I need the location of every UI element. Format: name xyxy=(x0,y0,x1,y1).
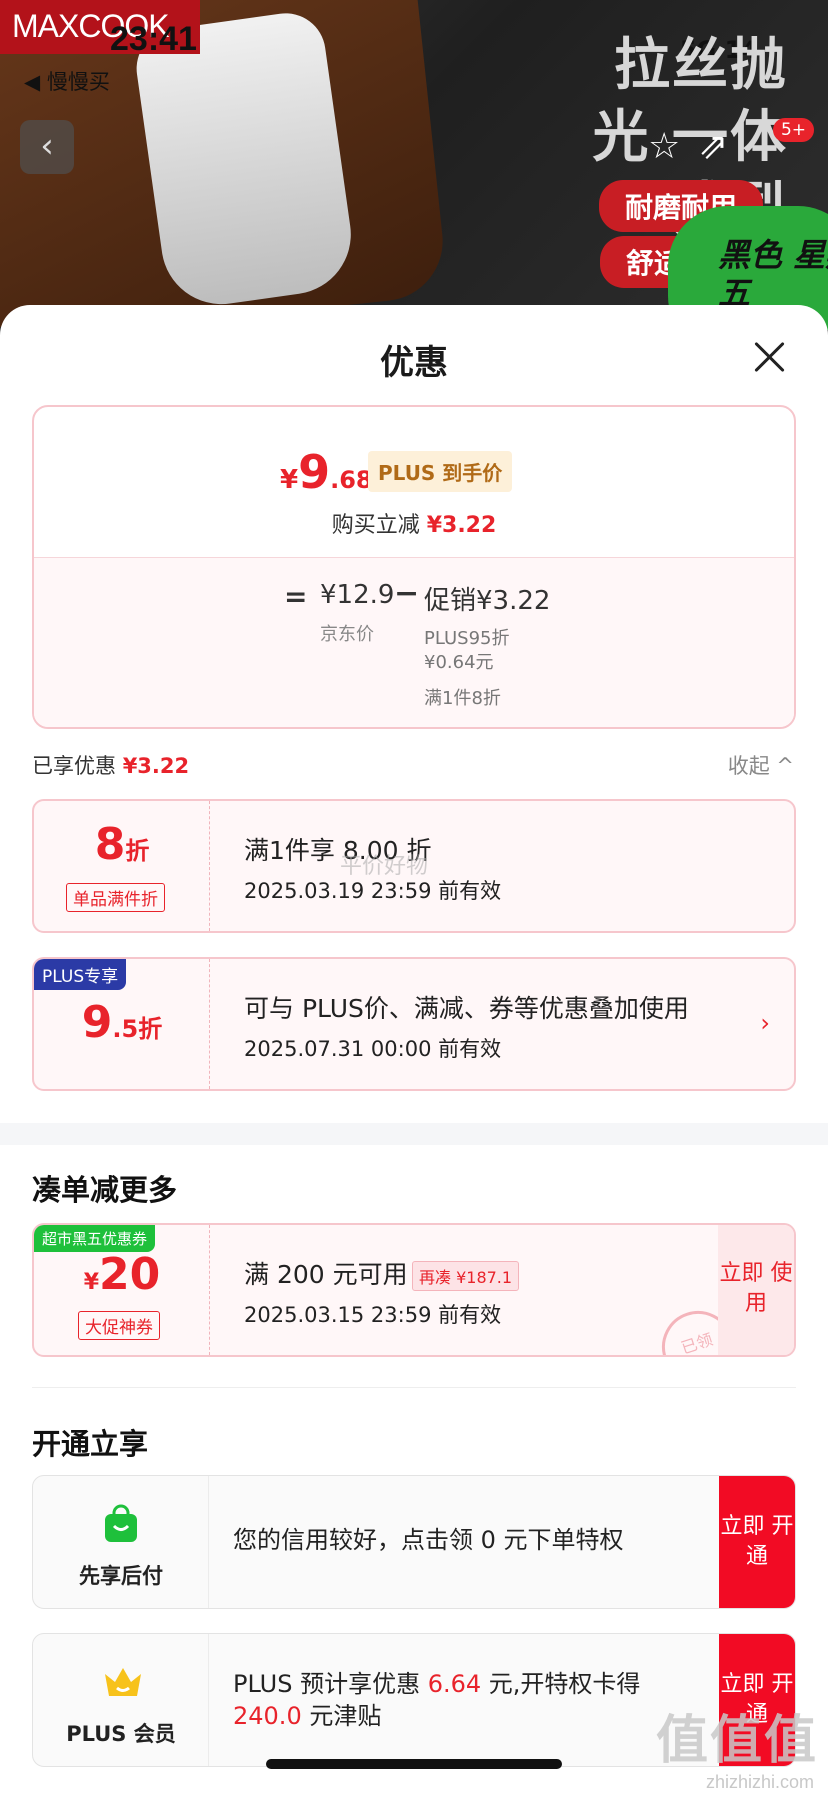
coupon-expiry: 2025.07.31 00:00 前有效 xyxy=(244,1037,502,1061)
bundle-coupon-card[interactable]: 超市黑五优惠券 ¥20 大促神券 满 200 元可用 再凑 ¥187.1 202… xyxy=(32,1223,796,1357)
discount-number: 9 xyxy=(81,997,113,1048)
site-watermark: 值值值 xyxy=(655,1711,818,1771)
discount-unit: .5折 xyxy=(112,1015,163,1043)
chevron-left-icon: ‹ xyxy=(40,126,54,166)
site-watermark-url: zhizhizhi.com xyxy=(705,1772,814,1792)
price-integer: 9 xyxy=(298,445,331,499)
minus-sign: − xyxy=(394,576,420,611)
card-left: 先享后付 xyxy=(33,1476,209,1608)
currency-symbol: ¥ xyxy=(280,465,299,495)
jd-price: ¥12.9 xyxy=(320,580,395,610)
share-icon[interactable]: ⇗ xyxy=(698,126,738,167)
home-indicator[interactable] xyxy=(266,1759,562,1769)
reduce-amount: ¥3.22 xyxy=(426,513,497,538)
back-button[interactable]: ‹ xyxy=(20,120,74,174)
enjoyed-amount: ¥3.22 xyxy=(122,754,190,778)
plus-saving-amount: 6.64 xyxy=(427,1670,482,1698)
reduce-label: 购买立减 xyxy=(331,513,420,538)
plus-member-label: PLUS 会员 xyxy=(66,1722,176,1746)
sheet-title: 优惠 xyxy=(380,343,448,383)
coupon-card[interactable]: PLUS专享 9.5折 可与 PLUS价、满减、券等优惠叠加使用 2025.07… xyxy=(32,957,796,1091)
final-price: ¥9.68 xyxy=(280,445,373,499)
section-title-open: 开通立享 xyxy=(32,1427,149,1461)
plus-exclusive-tag: PLUS专享 xyxy=(34,959,127,990)
coupon-left: 8折 单品满件折 xyxy=(34,801,210,931)
pay-later-label: 先享后付 xyxy=(79,1564,163,1588)
promo-detail-amount: ¥0.64元 xyxy=(424,652,494,673)
price-formula: = ¥12.9 京东价 − 促销¥3.22 PLUS95折 ¥0.64元 满1件… xyxy=(34,557,794,727)
price-breakdown-card: ¥9.68 PLUS 到手价 购买立减 ¥3.22 = ¥12.9 京东价 − … xyxy=(32,405,796,729)
product-banner: MAXCOOK 23:41 5G 14 ◀ 慢慢买 ‹ 拉丝抛光 一体成型 耐磨… xyxy=(0,0,828,330)
section-title-bundle: 凑单减更多 xyxy=(32,1173,178,1207)
close-icon[interactable] xyxy=(748,335,792,379)
plus-member-text: PLUS 预计享优惠 6.64 元,开特权卡得 240.0 元津贴 xyxy=(233,1668,693,1732)
pay-later-text: 您的信用较好，点击领 0 元下单特权 xyxy=(233,1526,624,1554)
coupon-left: PLUS专享 9.5折 xyxy=(34,959,210,1089)
final-price-section: ¥9.68 PLUS 到手价 购买立减 ¥3.22 xyxy=(34,407,794,557)
promo-detail-plus: PLUS95折 xyxy=(424,628,510,649)
discount-unit: 折 xyxy=(125,837,150,865)
plus-price-tag: PLUS 到手价 xyxy=(368,451,513,492)
plus-allowance-amount: 240.0 xyxy=(233,1702,302,1730)
discount-value: 9.5折 xyxy=(34,997,210,1048)
coupon-expiry: 2025.03.15 23:59 前有效 xyxy=(244,1303,502,1327)
shopping-bag-icon xyxy=(101,1504,141,1544)
more-count-badge: 5+ xyxy=(772,118,814,142)
plus-text-c: 元津贴 xyxy=(301,1702,382,1730)
equals-sign: = xyxy=(284,580,308,613)
crown-icon xyxy=(101,1662,141,1702)
coupon-type-tag: 单品满件折 xyxy=(66,883,165,912)
coupon-condition: 可与 PLUS价、满减、券等优惠叠加使用 xyxy=(244,994,689,1023)
discount-number: 8 xyxy=(94,819,126,870)
open-now-button[interactable]: 立即 开通 xyxy=(719,1476,795,1608)
discount-sheet: 优惠 ¥9.68 PLUS 到手价 购买立减 ¥3.22 = ¥12.9 京东价… xyxy=(0,305,828,1795)
star-icon[interactable]: ☆ xyxy=(648,126,688,167)
add-more-tag: 再凑 ¥187.1 xyxy=(412,1261,520,1291)
coupon-condition: 满 200 元可用 xyxy=(244,1260,408,1289)
center-watermark: 平价好物 xyxy=(340,854,429,879)
pay-later-card[interactable]: 先享后付 您的信用较好，点击领 0 元下单特权 立即 开通 xyxy=(32,1475,796,1609)
divider xyxy=(32,1387,796,1388)
price-decimal: .68 xyxy=(330,466,373,494)
enjoyed-label: 已享优惠 xyxy=(32,754,116,778)
use-now-button[interactable]: 立即 使用 xyxy=(718,1225,794,1355)
event-coupon-tag: 超市黑五优惠券 xyxy=(34,1225,156,1252)
currency-symbol: ¥ xyxy=(83,1270,100,1295)
jd-price-label: 京东价 xyxy=(320,624,374,645)
card-left: PLUS 会员 xyxy=(33,1634,209,1766)
plus-text-a: PLUS 预计享优惠 xyxy=(233,1670,428,1698)
promo-sale-amount: 促销¥3.22 xyxy=(424,586,551,616)
coupon-right: 满1件享 8.00 折 2025.03.19 23:59 前有效 xyxy=(234,801,794,931)
promo-detail-multi: 满1件8折 xyxy=(424,688,501,709)
coupon-amount-number: 20 xyxy=(99,1249,161,1300)
purchase-reduction: 购买立减 ¥3.22 xyxy=(34,507,794,539)
back-to-app-link[interactable]: ◀ 慢慢买 xyxy=(24,66,110,96)
section-divider xyxy=(0,1123,828,1145)
collapse-toggle[interactable]: 收起 ^ xyxy=(728,750,794,780)
plus-text-b: 元,开特权卡得 xyxy=(481,1670,641,1698)
enjoyed-discount: 已享优惠 ¥3.22 xyxy=(32,750,189,780)
chevron-right-icon[interactable]: › xyxy=(760,1009,770,1037)
coupon-type-tag: 大促神券 xyxy=(78,1311,160,1340)
coupon-right: 可与 PLUS价、满减、券等优惠叠加使用 2025.07.31 00:00 前有… xyxy=(234,959,794,1089)
coupon-left: 超市黑五优惠券 ¥20 大促神券 xyxy=(34,1225,210,1355)
discount-value: 8折 xyxy=(34,819,210,870)
coupon-amount: ¥20 xyxy=(34,1249,210,1300)
status-time: 23:41 xyxy=(110,20,197,58)
